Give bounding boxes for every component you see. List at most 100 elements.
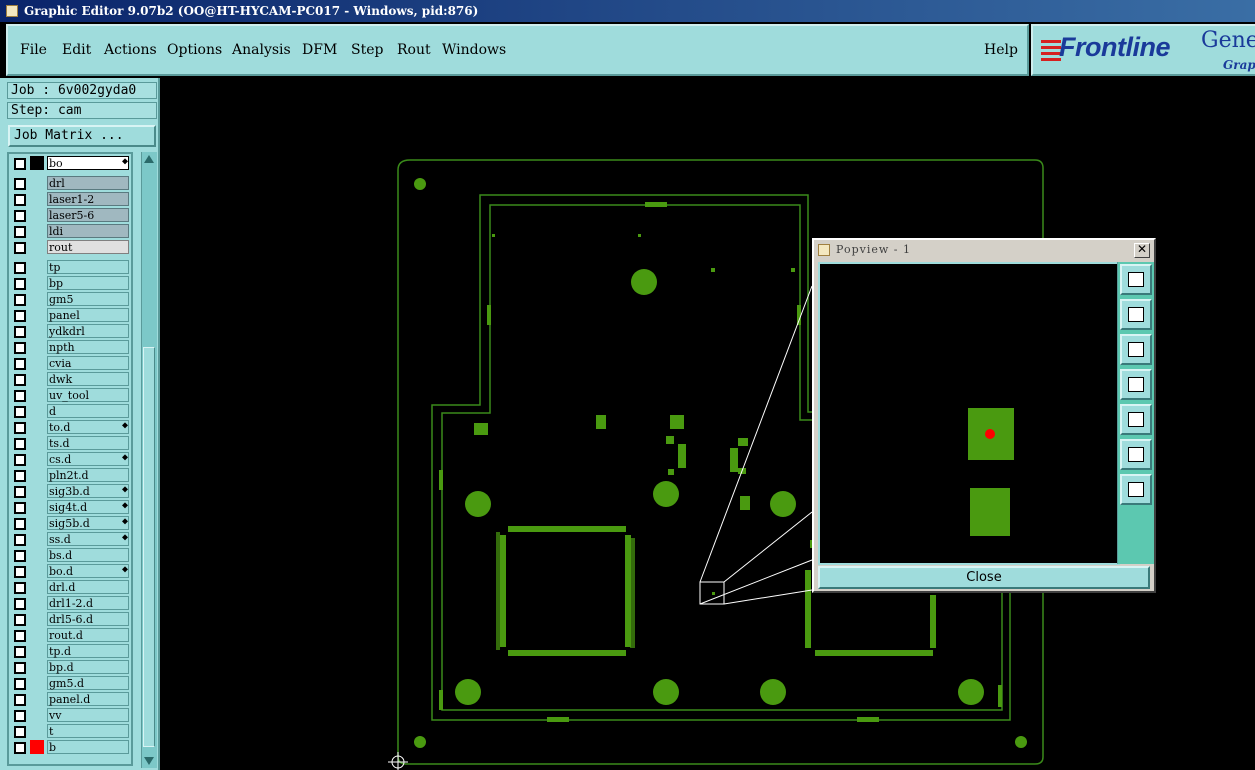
layer-name[interactable]: npth	[47, 340, 129, 354]
layer-affected-checkbox[interactable]	[14, 598, 26, 610]
layer-affected-checkbox[interactable]	[14, 454, 26, 466]
zoom-out-icon[interactable]	[1120, 474, 1152, 505]
layer-display-color[interactable]	[30, 564, 44, 578]
layer-name[interactable]: to.d	[47, 420, 129, 434]
layer-row[interactable]: t	[11, 724, 131, 738]
layer-row[interactable]: dwk	[11, 372, 131, 386]
layer-row[interactable]: laser5-6	[11, 208, 131, 222]
layer-name[interactable]: gm5.d	[47, 676, 129, 690]
layer-row[interactable]: drl.d	[11, 580, 131, 594]
layer-affected-checkbox[interactable]	[14, 406, 26, 418]
pan-up-icon[interactable]	[1120, 299, 1152, 330]
layer-row[interactable]: to.d ◆	[11, 420, 131, 434]
menu-step[interactable]: Step	[351, 42, 383, 58]
menu-rout[interactable]: Rout	[397, 42, 431, 58]
layer-affected-checkbox[interactable]	[14, 310, 26, 322]
layer-row[interactable]: sig4t.d ◆	[11, 500, 131, 514]
layer-display-color[interactable]	[30, 388, 44, 402]
menu-options[interactable]: Options	[167, 42, 222, 58]
layer-affected-checkbox[interactable]	[14, 374, 26, 386]
layer-name[interactable]: tp.d	[47, 644, 129, 658]
layer-row[interactable]: b	[11, 740, 131, 754]
layer-name[interactable]: bp	[47, 276, 129, 290]
pan-left-icon[interactable]	[1120, 369, 1152, 400]
scroll-thumb[interactable]	[143, 347, 155, 747]
layer-display-color[interactable]	[30, 308, 44, 322]
layer-affected-checkbox[interactable]	[14, 582, 26, 594]
layer-name[interactable]: vv	[47, 708, 129, 722]
layer-name[interactable]: tp	[47, 260, 129, 274]
layer-display-color[interactable]	[30, 436, 44, 450]
layer-display-color[interactable]	[30, 596, 44, 610]
layer-name[interactable]: rout	[47, 240, 129, 254]
layer-affected-checkbox[interactable]	[14, 438, 26, 450]
layer-name[interactable]: uv_tool	[47, 388, 129, 402]
layer-display-color[interactable]	[30, 676, 44, 690]
layer-display-color[interactable]	[30, 548, 44, 562]
layer-scrollbar[interactable]	[141, 152, 157, 768]
layer-display-color[interactable]	[30, 724, 44, 738]
layer-display-color[interactable]	[30, 468, 44, 482]
layer-name[interactable]: d	[47, 404, 129, 418]
layer-display-color[interactable]	[30, 292, 44, 306]
layer-affected-checkbox[interactable]	[14, 242, 26, 254]
layer-row[interactable]: cs.d ◆	[11, 452, 131, 466]
layer-display-color[interactable]	[30, 192, 44, 206]
layer-row[interactable]: ldi	[11, 224, 131, 238]
layer-row[interactable]: bs.d	[11, 548, 131, 562]
layer-row[interactable]: d	[11, 404, 131, 418]
layer-name[interactable]: ss.d	[47, 532, 129, 546]
layer-affected-checkbox[interactable]	[14, 678, 26, 690]
layer-row[interactable]: panel.d	[11, 692, 131, 706]
menu-actions[interactable]: Actions	[104, 42, 157, 58]
layer-affected-checkbox[interactable]	[14, 470, 26, 482]
layer-display-color[interactable]	[30, 660, 44, 674]
layer-affected-checkbox[interactable]	[14, 694, 26, 706]
layer-affected-checkbox[interactable]	[14, 226, 26, 238]
layer-display-color[interactable]	[30, 240, 44, 254]
layer-row[interactable]: pln2t.d	[11, 468, 131, 482]
layer-row[interactable]: drl5-6.d	[11, 612, 131, 626]
layer-row[interactable]: rout.d	[11, 628, 131, 642]
layer-display-color[interactable]	[30, 276, 44, 290]
layer-display-color[interactable]	[30, 628, 44, 642]
layer-affected-checkbox[interactable]	[14, 422, 26, 434]
layer-row[interactable]: ss.d ◆	[11, 532, 131, 546]
layer-affected-checkbox[interactable]	[14, 326, 26, 338]
close-icon[interactable]: ✕	[1134, 243, 1150, 258]
layer-affected-checkbox[interactable]	[14, 726, 26, 738]
layer-affected-checkbox[interactable]	[14, 178, 26, 190]
layer-affected-checkbox[interactable]	[14, 294, 26, 306]
layer-name[interactable]: laser1-2	[47, 192, 129, 206]
layer-affected-checkbox[interactable]	[14, 518, 26, 530]
layer-affected-checkbox[interactable]	[14, 502, 26, 514]
layer-name[interactable]: drl.d	[47, 580, 129, 594]
layer-affected-checkbox[interactable]	[14, 646, 26, 658]
layer-row[interactable]: vv	[11, 708, 131, 722]
layer-affected-checkbox[interactable]	[14, 390, 26, 402]
layer-affected-checkbox[interactable]	[14, 662, 26, 674]
layer-display-color[interactable]	[30, 516, 44, 530]
layer-display-color[interactable]	[30, 156, 44, 170]
layer-affected-checkbox[interactable]	[14, 358, 26, 370]
layer-name[interactable]: panel	[47, 308, 129, 322]
layer-affected-checkbox[interactable]	[14, 342, 26, 354]
layer-name[interactable]: t	[47, 724, 129, 738]
scroll-down-icon[interactable]	[144, 757, 154, 765]
layer-display-color[interactable]	[30, 532, 44, 546]
layer-display-color[interactable]	[30, 224, 44, 238]
layer-name[interactable]: ydkdrl	[47, 324, 129, 338]
layer-row[interactable]: gm5	[11, 292, 131, 306]
layer-name[interactable]: rout.d	[47, 628, 129, 642]
layer-name[interactable]: cs.d	[47, 452, 129, 466]
layer-row[interactable]: bo ◆	[11, 156, 131, 170]
layer-row[interactable]: rout	[11, 240, 131, 254]
pan-down-icon[interactable]	[1120, 334, 1152, 365]
job-matrix-button[interactable]: Job Matrix ...	[8, 125, 156, 147]
layer-display-color[interactable]	[30, 692, 44, 706]
layer-row[interactable]: sig3b.d ◆	[11, 484, 131, 498]
layer-affected-checkbox[interactable]	[14, 262, 26, 274]
layer-row[interactable]: tp.d	[11, 644, 131, 658]
zoom-in-icon[interactable]	[1120, 439, 1152, 470]
layer-display-color[interactable]	[30, 740, 44, 754]
